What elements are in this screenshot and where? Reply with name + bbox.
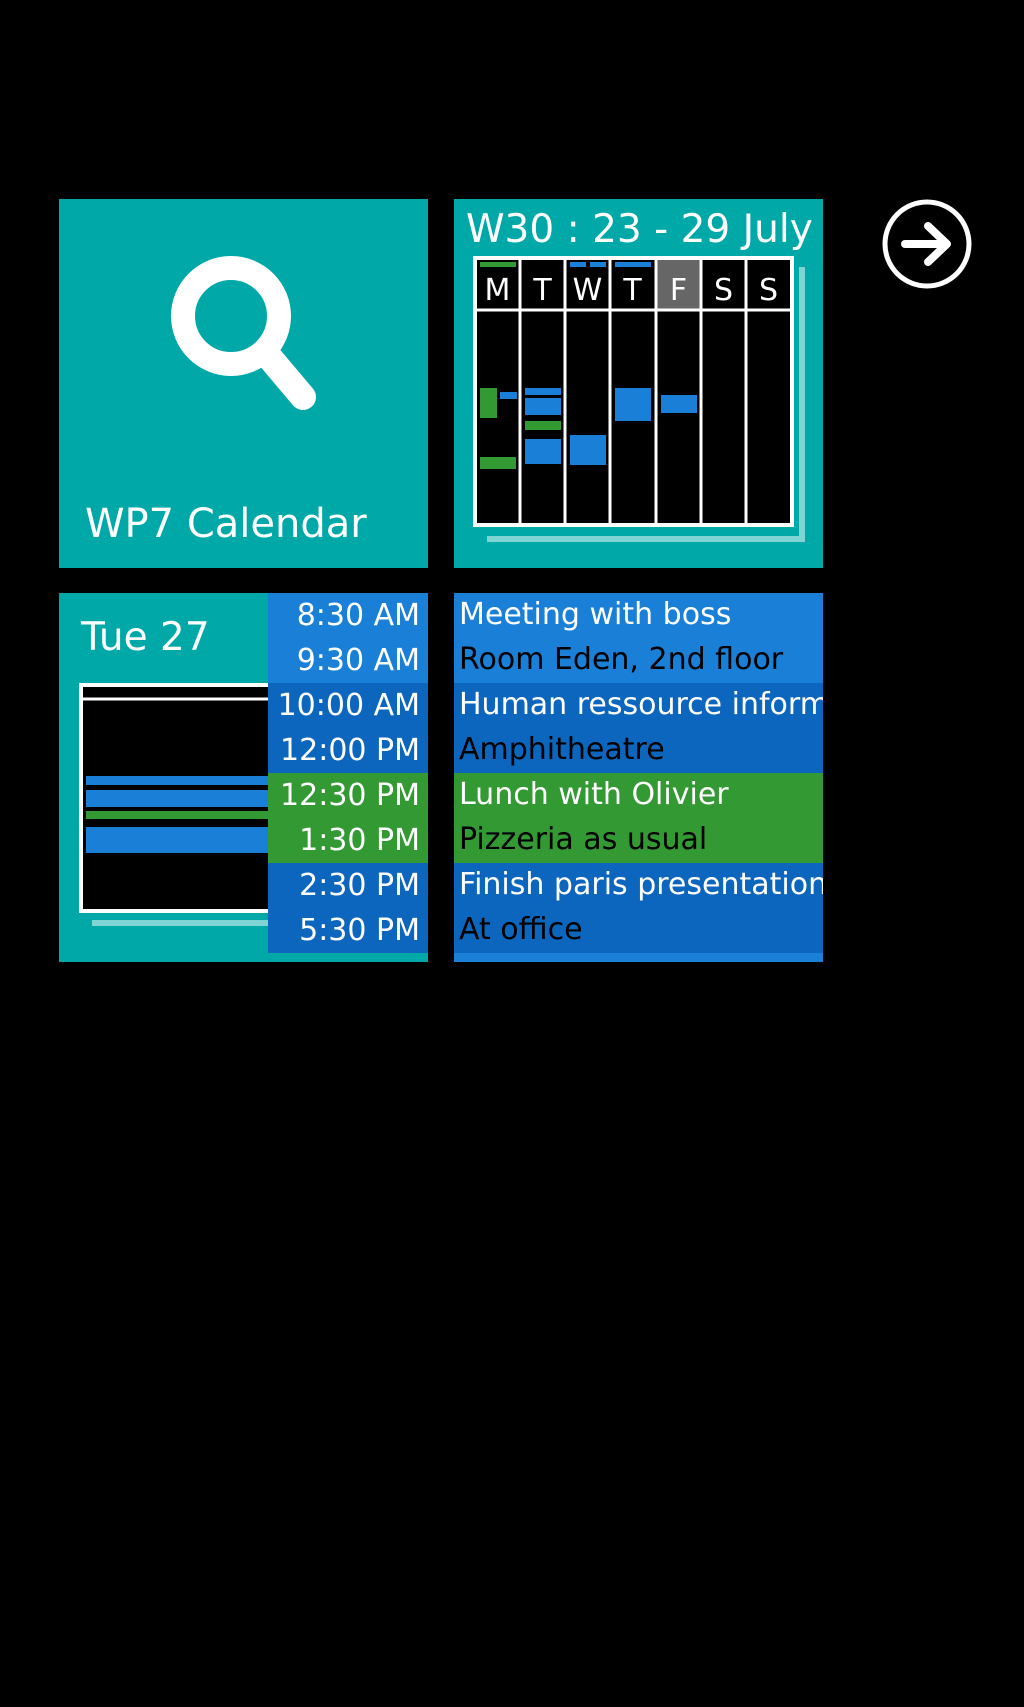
time-slot: 5:30 PM xyxy=(268,908,428,953)
weekday-label: M xyxy=(484,273,511,308)
time-slot: 1:30 PM xyxy=(268,818,428,863)
events-tile[interactable]: Meeting with boss Room Eden, 2nd floor H… xyxy=(454,593,823,962)
time-slot: 9:30 AM xyxy=(268,638,428,683)
week-tile[interactable]: W30 : 23 - 29 July M T W T F S S xyxy=(454,199,823,568)
time-slot: 2:30 PM xyxy=(268,863,428,908)
event-location: Room Eden, 2nd floor xyxy=(454,638,823,683)
weekday-label: S xyxy=(713,273,734,308)
time-slot: 12:00 PM xyxy=(268,728,428,773)
event-location: Pizzeria as usual xyxy=(454,818,823,863)
event-location: At office xyxy=(454,908,823,953)
weekday-label: T xyxy=(533,273,552,308)
app-tile[interactable]: WP7 Calendar xyxy=(59,199,428,568)
event-title: Finish paris presentation xyxy=(454,863,823,908)
app-title: WP7 Calendar xyxy=(85,501,367,547)
day-summary: Tue 27 xyxy=(59,593,268,962)
weekday-label: S xyxy=(758,273,779,308)
weekday-label: W xyxy=(572,273,603,308)
day-tile[interactable]: Tue 27 8:30 AM 9:30 AM 10:00 AM 12:00 PM… xyxy=(59,593,428,962)
event-title: Lunch with Olivier xyxy=(454,773,823,818)
weekday-label: F xyxy=(669,273,688,308)
time-slot: 8:30 AM xyxy=(268,593,428,638)
time-slot: 10:00 AM xyxy=(268,683,428,728)
time-slot: 12:30 PM xyxy=(268,773,428,818)
weekday-label: T xyxy=(623,273,642,308)
arrow-right-circle-icon[interactable] xyxy=(881,198,973,290)
event-title: Meeting with boss xyxy=(454,593,823,638)
time-list: 8:30 AM 9:30 AM 10:00 AM 12:00 PM 12:30 … xyxy=(268,593,428,962)
week-grid xyxy=(473,256,805,542)
event-location: Amphitheatre xyxy=(454,728,823,773)
search-icon xyxy=(171,256,316,410)
event-title: Human ressource inform xyxy=(454,683,823,728)
day-mini-calendar-icon xyxy=(79,683,268,926)
